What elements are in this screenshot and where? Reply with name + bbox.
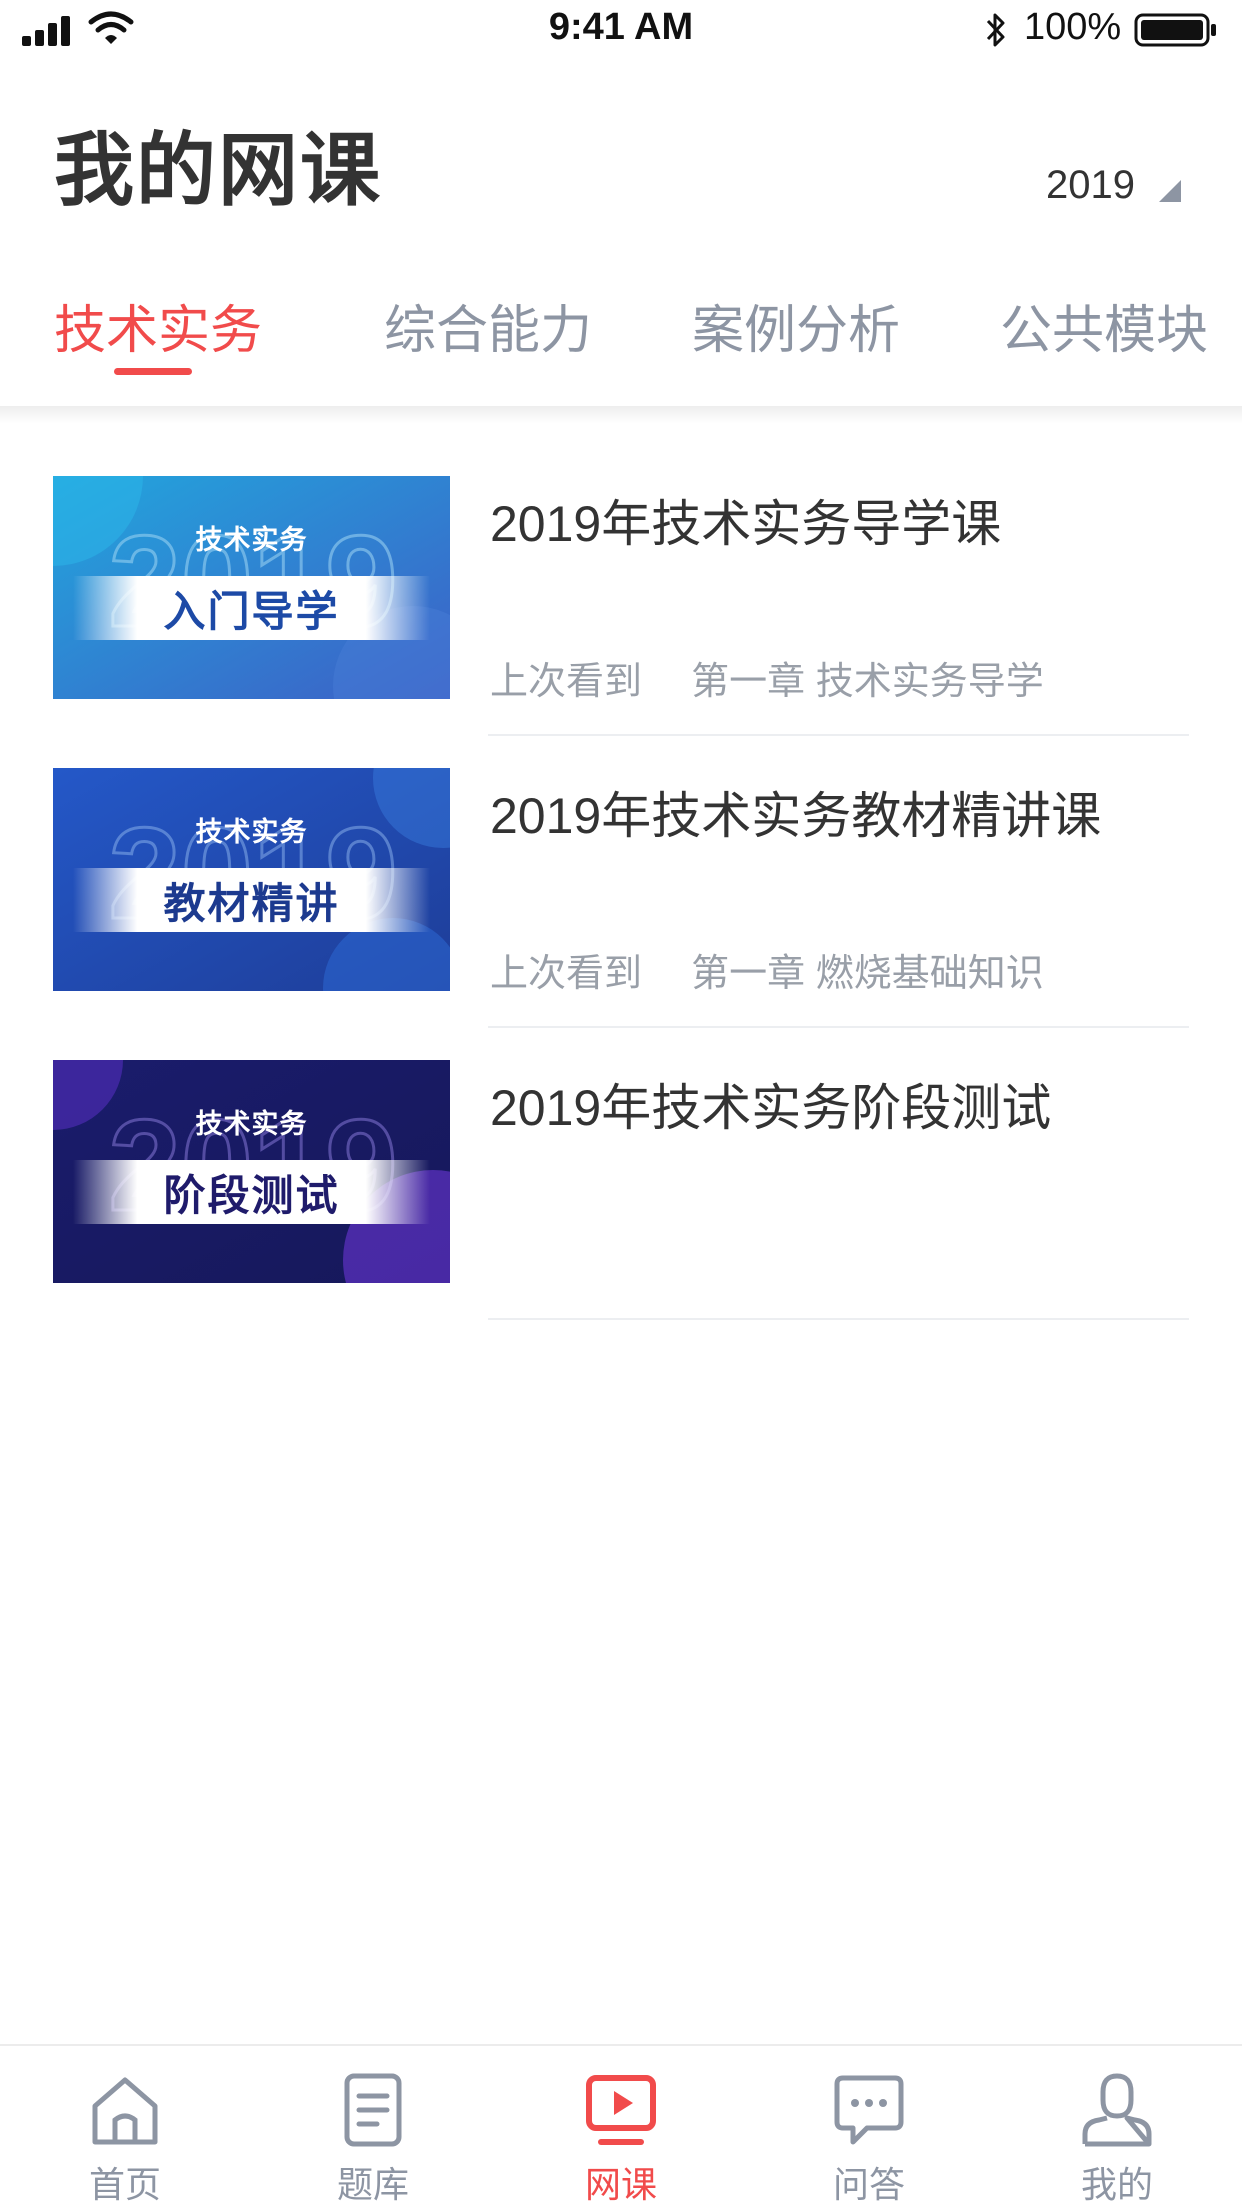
nav-label: 题库 bbox=[336, 2164, 409, 2205]
bottom-nav: 首页 题库 网课 问答 我的 bbox=[0, 2044, 1242, 2210]
nav-profile[interactable]: 我的 bbox=[993, 2046, 1241, 2210]
thumbnail-title: 入门导学 bbox=[163, 588, 340, 635]
course-title: 2019年技术实务教材精讲课 bbox=[490, 788, 1102, 844]
page-title: 我的网课 bbox=[54, 126, 382, 215]
tab-case-analysis[interactable]: 案例分析 bbox=[692, 288, 900, 363]
tabs-divider-shadow bbox=[0, 406, 1242, 424]
tab-public-module[interactable]: 公共模块 bbox=[1000, 288, 1208, 363]
tab-comprehensive-ability[interactable]: 综合能力 bbox=[384, 288, 592, 363]
home-icon bbox=[92, 2077, 158, 2145]
course-item[interactable]: 2019 技术实务 阶段测试 2019年技术实务阶段测试 bbox=[0, 1060, 1242, 1352]
active-tab-indicator bbox=[114, 368, 192, 375]
last-watched-chapter: 第一章 技术实务导学 bbox=[691, 661, 1044, 703]
nav-label: 首页 bbox=[88, 2164, 161, 2205]
battery-percent: 100% bbox=[1024, 6, 1122, 48]
tab-technical-practice[interactable]: 技术实务 bbox=[54, 288, 262, 363]
last-watched-label: 上次看到 bbox=[490, 953, 643, 995]
bluetooth-icon bbox=[986, 13, 1005, 47]
divider bbox=[488, 1026, 1189, 1028]
last-watched-label: 上次看到 bbox=[490, 661, 643, 703]
category-tabs: 技术实务 综合能力 案例分析 公共模块 bbox=[0, 270, 1242, 410]
course-title: 2019年技术实务阶段测试 bbox=[490, 1080, 1052, 1136]
caret-down-icon bbox=[1158, 180, 1181, 202]
course-item[interactable]: 2019 技术实务 教材精讲 2019年技术实务教材精讲课 上次看到 第一章 燃… bbox=[0, 768, 1242, 1060]
course-progress: 上次看到 第一章 技术实务导学 bbox=[490, 650, 1044, 705]
thumbnail-title: 阶段测试 bbox=[163, 1172, 340, 1219]
nav-label: 我的 bbox=[1080, 2164, 1153, 2205]
course-title: 2019年技术实务导学课 bbox=[490, 496, 1002, 552]
divider bbox=[488, 734, 1189, 736]
status-bar: 9:41 AM 100% bbox=[0, 0, 1242, 60]
nav-label: 问答 bbox=[832, 2164, 905, 2205]
nav-online-course[interactable]: 网课 bbox=[497, 2046, 745, 2210]
nav-home[interactable]: 首页 bbox=[1, 2046, 249, 2210]
chat-icon bbox=[834, 2075, 904, 2145]
question-bank-icon bbox=[344, 2073, 402, 2147]
thumbnail-title: 教材精讲 bbox=[163, 880, 340, 927]
thumbnail-subject: 技术实务 bbox=[195, 525, 308, 555]
course-thumbnail: 2019 技术实务 阶段测试 bbox=[53, 1060, 450, 1283]
video-course-icon bbox=[586, 2075, 656, 2145]
nav-label: 网课 bbox=[584, 2164, 657, 2205]
thumbnail-subject: 技术实务 bbox=[195, 1109, 308, 1139]
course-thumbnail: 2019 技术实务 教材精讲 bbox=[53, 768, 450, 991]
year-selector[interactable]: 2019 bbox=[1046, 160, 1183, 210]
thumbnail-subject: 技术实务 bbox=[195, 817, 308, 847]
divider bbox=[488, 1318, 1189, 1320]
last-watched-chapter: 第一章 燃烧基础知识 bbox=[691, 953, 1044, 995]
nav-question-bank[interactable]: 题库 bbox=[249, 2046, 497, 2210]
course-item[interactable]: 2019 技术实务 入门导学 2019年技术实务导学课 上次看到 第一章 技术实… bbox=[0, 476, 1242, 768]
profile-icon bbox=[1082, 2073, 1152, 2147]
course-thumbnail: 2019 技术实务 入门导学 bbox=[53, 476, 450, 699]
battery-icon bbox=[1134, 13, 1216, 47]
nav-qa[interactable]: 问答 bbox=[745, 2046, 993, 2210]
course-progress: 上次看到 第一章 燃烧基础知识 bbox=[490, 942, 1044, 997]
year-value: 2019 bbox=[1046, 162, 1135, 207]
